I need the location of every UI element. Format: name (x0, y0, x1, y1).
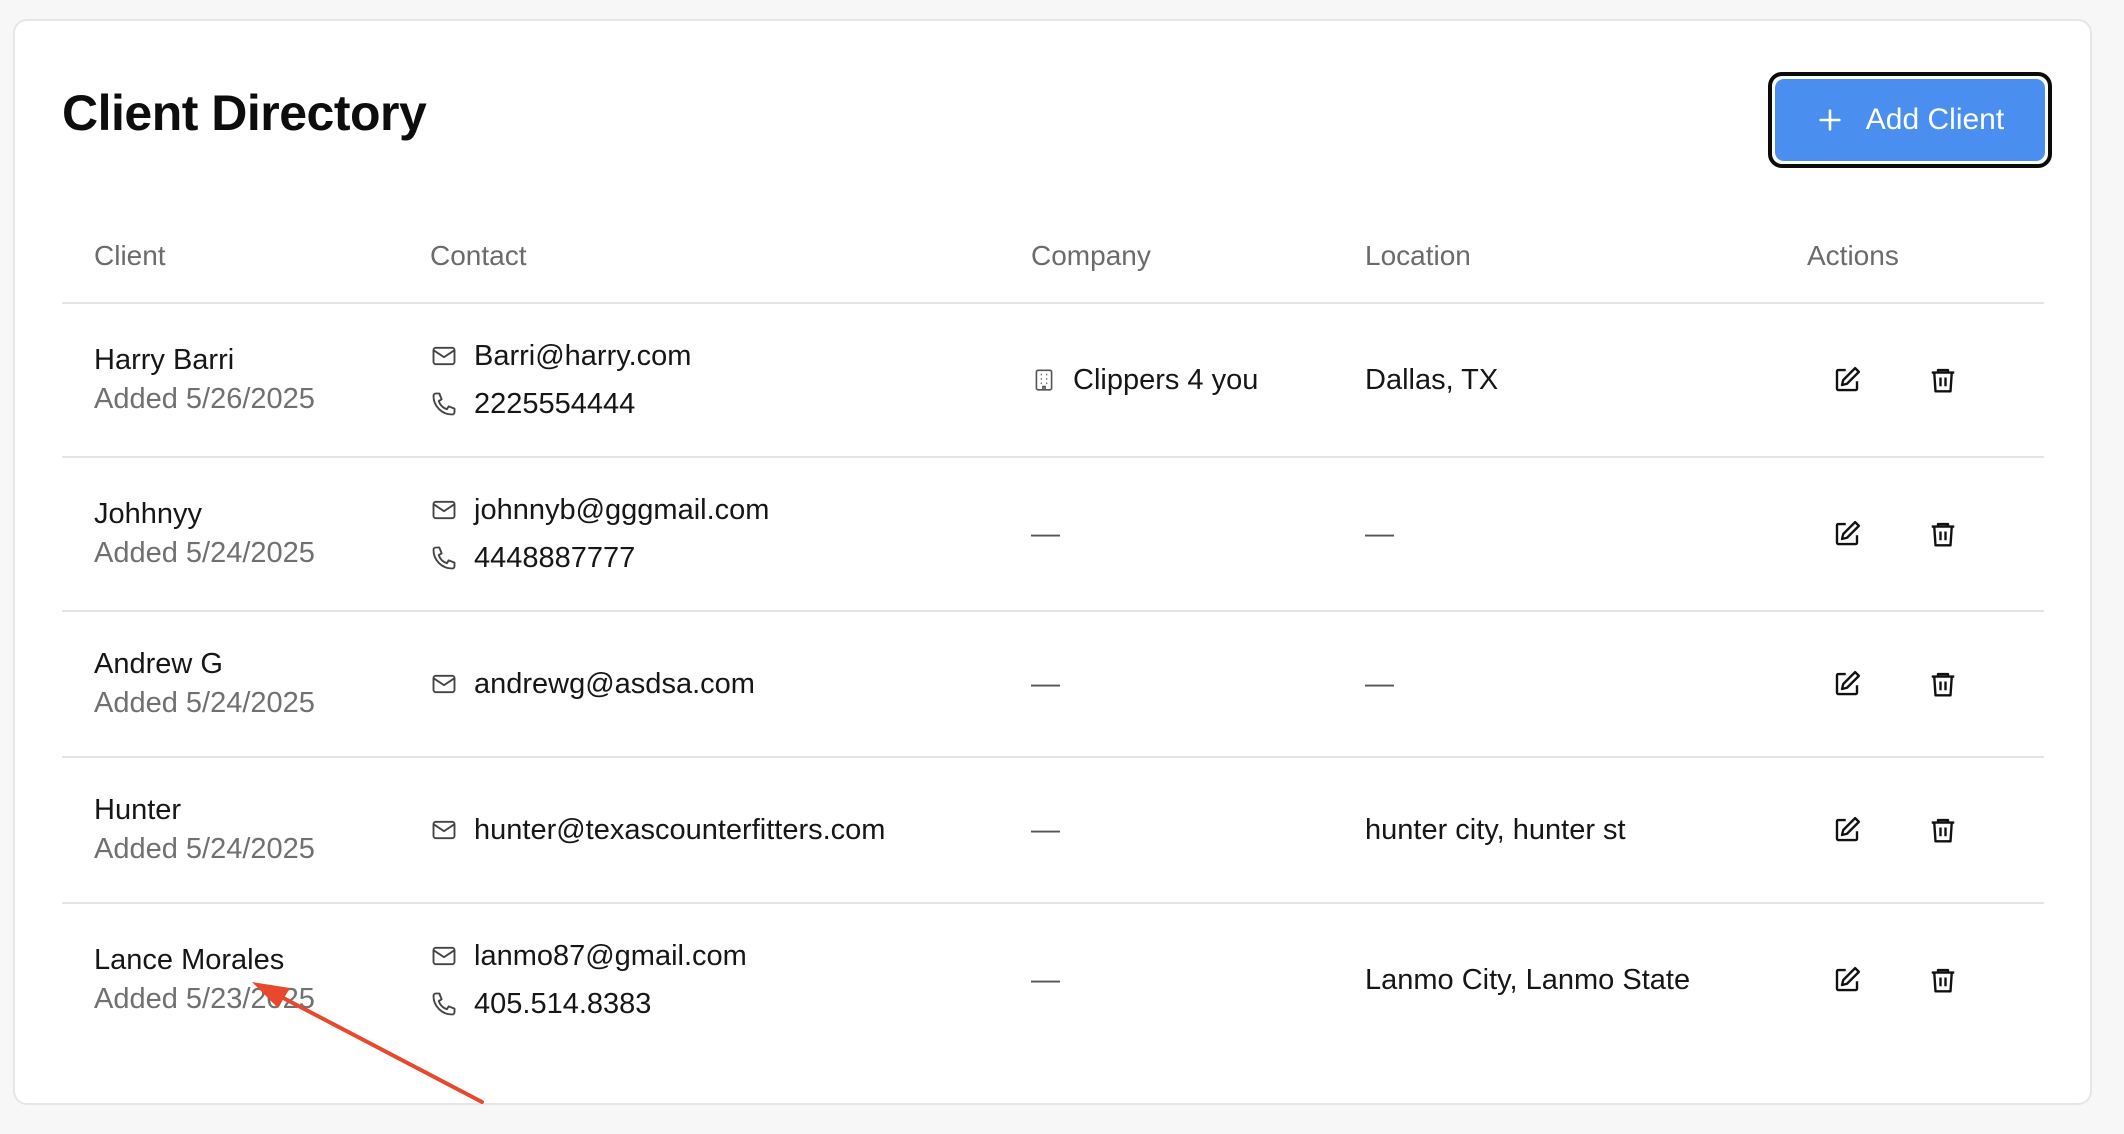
client-location: Lanmo City, Lanmo State (1365, 963, 1691, 996)
header-company: Company (1031, 240, 1151, 271)
client-phone: 405.514.8383 (474, 987, 652, 1020)
client-added-date: Added 5/26/2025 (94, 383, 315, 415)
client-location: — (1365, 667, 1394, 700)
header-contact: Contact (430, 240, 527, 271)
page-title: Client Directory (62, 85, 427, 141)
table-row: Lance Morales Added 5/23/2025 lanmo87@gm… (62, 904, 2044, 1056)
client-added-date: Added 5/24/2025 (94, 537, 315, 569)
trash-icon[interactable] (1928, 815, 1958, 845)
trash-icon[interactable] (1928, 365, 1958, 395)
table-row: Johhnyy Added 5/24/2025 johnnyb@gggmail.… (62, 458, 2044, 612)
mail-icon (430, 816, 458, 844)
phone-icon (430, 990, 458, 1018)
mail-icon (430, 342, 458, 370)
add-client-label: Add Client (1865, 103, 2005, 136)
edit-icon[interactable] (1832, 965, 1862, 995)
client-company: — (1031, 667, 1060, 700)
table-header: Client Contact Company Location Actions (62, 230, 2044, 304)
client-location: — (1365, 517, 1394, 550)
client-company: — (1031, 963, 1060, 996)
client-name: Johhnyy (94, 498, 203, 530)
plus-icon (1816, 106, 1844, 134)
client-company: Clippers 4 you (1073, 363, 1259, 396)
mail-icon (430, 670, 458, 698)
client-location: hunter city, hunter st (1365, 813, 1626, 846)
trash-icon[interactable] (1928, 965, 1958, 995)
client-name: Harry Barri (94, 344, 235, 376)
client-location: Dallas, TX (1365, 363, 1499, 396)
edit-icon[interactable] (1832, 815, 1862, 845)
edit-icon[interactable] (1832, 669, 1862, 699)
building-icon (1031, 367, 1057, 393)
client-email: johnnyb@gggmail.com (474, 493, 770, 526)
client-name: Andrew G (94, 648, 223, 680)
client-email: lanmo87@gmail.com (474, 939, 747, 972)
client-added-date: Added 5/24/2025 (94, 687, 315, 719)
trash-icon[interactable] (1928, 669, 1958, 699)
client-email: andrewg@asdsa.com (474, 667, 755, 700)
client-name: Hunter (94, 794, 182, 826)
header-client: Client (94, 240, 166, 271)
client-company: — (1031, 517, 1060, 550)
edit-icon[interactable] (1832, 519, 1862, 549)
table-row: Andrew G Added 5/24/2025 andrewg@asdsa.c… (62, 612, 2044, 758)
client-phone: 2225554444 (474, 387, 636, 420)
client-name: Lance Morales (94, 944, 285, 976)
mail-icon (430, 942, 458, 970)
mail-icon (430, 496, 458, 524)
phone-icon (430, 390, 458, 418)
client-added-date: Added 5/24/2025 (94, 833, 315, 865)
add-client-button[interactable]: Add Client (1768, 72, 2052, 168)
header-actions: Actions (1807, 240, 1899, 271)
client-added-date: Added 5/23/2025 (94, 983, 315, 1015)
phone-icon (430, 544, 458, 572)
edit-icon[interactable] (1832, 365, 1862, 395)
client-phone: 4448887777 (474, 541, 636, 574)
table-row: Harry Barri Added 5/26/2025 Barri@harry.… (62, 304, 2044, 458)
client-email: Barri@harry.com (474, 339, 692, 372)
trash-icon[interactable] (1928, 519, 1958, 549)
table-row: Hunter Added 5/24/2025 hunter@texascount… (62, 758, 2044, 904)
client-email: hunter@texascounterfitters.com (474, 813, 886, 846)
client-company: — (1031, 813, 1060, 846)
header-location: Location (1365, 240, 1471, 271)
